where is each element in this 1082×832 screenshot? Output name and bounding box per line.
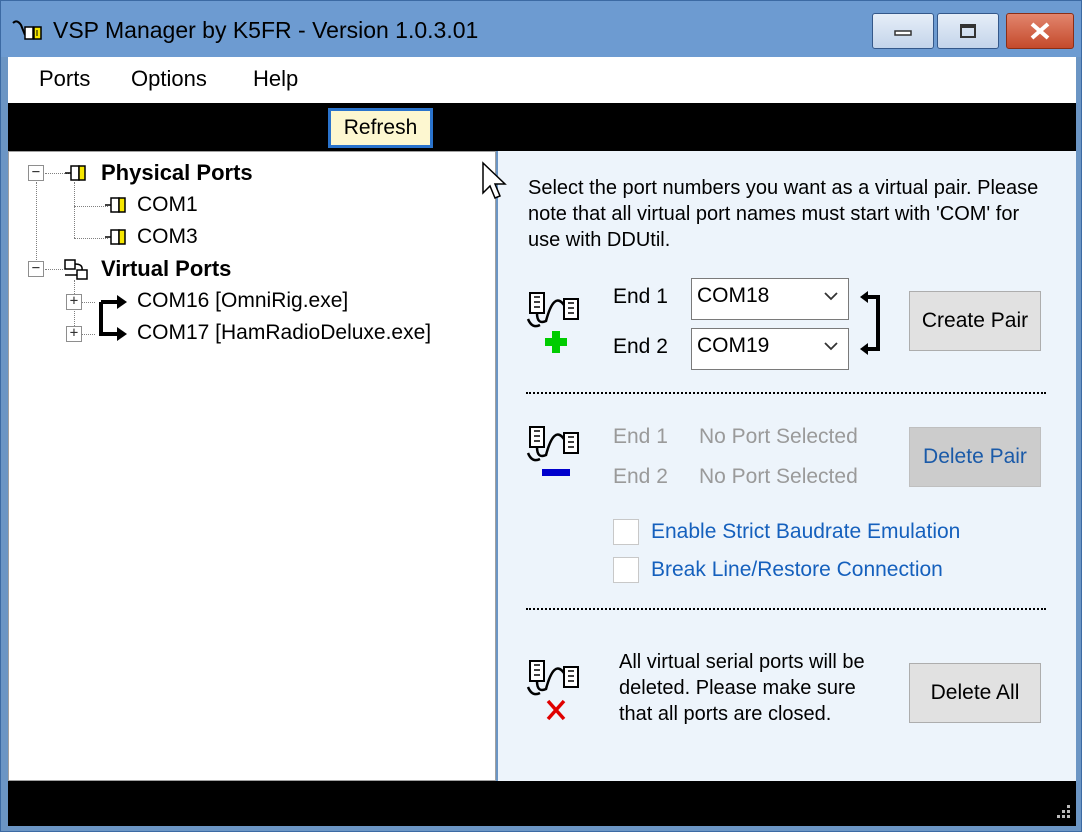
virtual-pair-link-icon	[99, 295, 127, 341]
maximize-button[interactable]	[937, 13, 999, 49]
expand-com17-toggle[interactable]: +	[66, 326, 82, 342]
add-pair-icon	[526, 292, 579, 353]
serial-port-icon	[105, 197, 126, 213]
delete-all-button[interactable]: Delete All	[909, 663, 1041, 723]
refresh-button[interactable]: Refresh	[328, 108, 433, 148]
menu-bar: Ports Options Help	[8, 57, 1076, 103]
end1-select[interactable]: COM18	[691, 278, 849, 320]
tree-node-com1[interactable]: COM1	[137, 193, 198, 217]
tree-node-com17[interactable]: COM17 [HamRadioDeluxe.exe]	[137, 321, 431, 345]
delete-end1-label: End 1	[613, 425, 668, 448]
end2-label: End 2	[613, 335, 668, 358]
instructions-text: Select the port numbers you want as a vi…	[528, 177, 1039, 251]
end2-select[interactable]: COM19	[691, 328, 849, 370]
create-pair-button[interactable]: Create Pair	[909, 291, 1041, 351]
mouse-cursor-icon	[482, 161, 507, 199]
tree-line	[81, 302, 95, 303]
collapse-physical-toggle[interactable]: −	[28, 165, 44, 181]
end1-select-value: COM18	[697, 284, 770, 307]
pair-management-panel: Select the port numbers you want as a vi…	[498, 151, 1076, 781]
delete-all-icon	[526, 660, 579, 721]
resize-grip-icon[interactable]	[1050, 800, 1072, 822]
app-icon	[12, 20, 42, 40]
tree-line	[81, 334, 95, 335]
chevron-down-icon	[824, 292, 838, 301]
delete-end1-value: No Port Selected	[699, 425, 858, 448]
menu-ports[interactable]: Ports	[39, 66, 90, 92]
end1-label: End 1	[613, 285, 668, 308]
chevron-down-icon	[824, 342, 838, 351]
delete-all-message: All virtual serial ports will be deleted…	[619, 651, 865, 725]
tree-line	[36, 182, 37, 270]
tree-node-virtual-ports[interactable]: Virtual Ports	[101, 256, 231, 282]
collapse-virtual-toggle[interactable]: −	[28, 261, 44, 277]
app-window: VSP Manager by K5FR - Version 1.0.3.01 P…	[0, 0, 1082, 832]
delete-end2-value: No Port Selected	[699, 465, 858, 488]
break-line-label[interactable]: Break Line/Restore Connection	[651, 558, 943, 582]
tree-node-physical-ports[interactable]: Physical Ports	[101, 160, 253, 186]
tree-line	[74, 182, 75, 238]
tree-line	[74, 206, 108, 207]
port-tree[interactable]: − Physical Ports COM1 COM3 − Virtual Por…	[8, 151, 496, 781]
physical-port-icon	[65, 165, 86, 181]
menu-options[interactable]: Options	[131, 66, 207, 92]
strict-baudrate-checkbox[interactable]	[613, 519, 639, 545]
remove-pair-icon	[526, 426, 579, 476]
break-line-checkbox[interactable]	[613, 557, 639, 583]
window-title: VSP Manager by K5FR - Version 1.0.3.01	[53, 17, 479, 43]
minimize-button[interactable]	[872, 13, 934, 49]
close-button[interactable]	[1006, 13, 1074, 49]
tree-node-com3[interactable]: COM3	[137, 225, 198, 249]
pair-bracket-icon	[860, 291, 880, 355]
end2-select-value: COM19	[697, 334, 770, 357]
minimize-icon	[894, 30, 912, 36]
strict-baudrate-label[interactable]: Enable Strict Baudrate Emulation	[651, 520, 960, 544]
title-bar[interactable]: VSP Manager by K5FR - Version 1.0.3.01	[1, 1, 1081, 57]
separator	[526, 392, 1046, 394]
separator	[526, 608, 1046, 610]
delete-end2-label: End 2	[613, 465, 668, 488]
menu-help[interactable]: Help	[253, 66, 298, 92]
maximize-icon	[960, 24, 976, 38]
tree-node-com16[interactable]: COM16 [OmniRig.exe]	[137, 289, 348, 313]
close-icon	[1030, 22, 1050, 40]
toolbar: Refresh	[8, 103, 1076, 151]
expand-com16-toggle[interactable]: +	[66, 294, 82, 310]
virtual-port-icon	[64, 259, 88, 280]
tree-line	[74, 238, 108, 239]
status-bar	[8, 781, 1076, 826]
serial-port-icon	[105, 229, 126, 245]
delete-pair-button[interactable]: Delete Pair	[909, 427, 1041, 487]
